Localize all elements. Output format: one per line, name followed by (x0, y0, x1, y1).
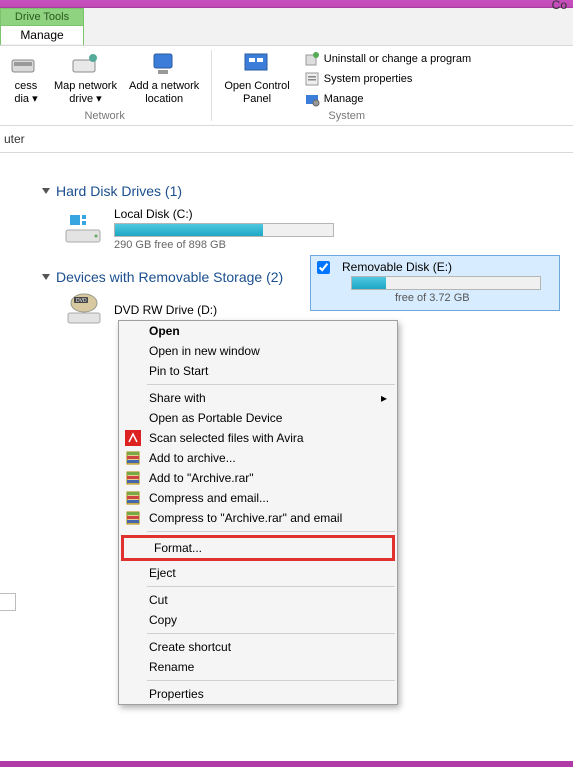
window-title: Co (552, 0, 567, 12)
svg-text:DVD: DVD (76, 298, 87, 304)
cm-separator (147, 680, 395, 681)
access-media-button[interactable]: cessdia ▾ (4, 48, 48, 109)
rar-icon (125, 510, 141, 526)
rar-icon (125, 450, 141, 466)
uninstall-icon (304, 51, 320, 67)
ribbon: cessdia ▾ Map networkdrive ▾ Add a netwo… (0, 46, 573, 126)
submenu-arrow-icon: ▸ (381, 391, 387, 405)
cm-copy[interactable]: Copy (119, 610, 397, 630)
cm-compress-rar-email[interactable]: Compress to "Archive.rar" and email (119, 508, 397, 528)
cm-properties[interactable]: Properties (119, 684, 397, 704)
system-properties-button[interactable]: System properties (300, 69, 475, 89)
drive-removable-e-selected[interactable]: Removable Disk (E:) free of 3.72 GB (310, 255, 560, 311)
drive-usage-bar (351, 276, 541, 290)
cm-open-portable[interactable]: Open as Portable Device (119, 408, 397, 428)
rar-icon (125, 470, 141, 486)
drive-checkbox[interactable] (317, 261, 330, 274)
main-content: Hard Disk Drives (1) Local Disk (C:) 290… (0, 153, 573, 327)
control-panel-icon (241, 50, 273, 78)
tab-manage[interactable]: Manage (1, 26, 83, 44)
cm-format[interactable]: Format... (124, 538, 392, 558)
map-network-drive-button[interactable]: Map networkdrive ▾ (48, 48, 123, 109)
ribbon-separator (211, 50, 212, 121)
cm-scan-avira[interactable]: Scan selected files with Avira (119, 428, 397, 448)
drive-free-text: free of 3.72 GB (395, 292, 553, 304)
collapse-icon (42, 274, 50, 280)
cm-separator (147, 384, 395, 385)
cm-rename[interactable]: Rename (119, 657, 397, 677)
window-bottom-border (0, 761, 573, 767)
cm-compress-email[interactable]: Compress and email... (119, 488, 397, 508)
rar-icon (125, 490, 141, 506)
cm-pin-to-start[interactable]: Pin to Start (119, 361, 397, 381)
drive-usage-bar (114, 223, 334, 237)
ribbon-tab-row: Drive Tools Manage (0, 8, 573, 46)
drive-name: Local Disk (C:) (114, 207, 334, 221)
network-drive-icon (69, 50, 101, 78)
cm-format-highlight: Format... (121, 535, 395, 561)
media-icon (10, 50, 42, 78)
context-menu: Open Open in new window Pin to Start Sha… (118, 320, 398, 705)
network-location-icon (148, 50, 180, 78)
open-control-panel-button[interactable]: Open ControlPanel (218, 48, 295, 109)
nav-tree-expand-box[interactable] (0, 593, 16, 611)
add-network-location-button[interactable]: Add a networklocation (123, 48, 205, 109)
cm-separator (147, 531, 395, 532)
cm-eject[interactable]: Eject (119, 563, 397, 583)
manage-icon (304, 91, 320, 107)
group-header-hdd[interactable]: Hard Disk Drives (1) (42, 183, 561, 199)
hdd-icon (64, 212, 104, 246)
cm-share-with[interactable]: Share with▸ (119, 388, 397, 408)
cm-add-archive[interactable]: Add to archive... (119, 448, 397, 468)
tab-drive-tools[interactable]: Drive Tools Manage (0, 8, 84, 45)
system-small-buttons: Uninstall or change a program System pro… (296, 48, 475, 109)
ribbon-group-network: cessdia ▾ Map networkdrive ▾ Add a netwo… (0, 46, 209, 125)
window-titlebar: Co (0, 0, 573, 8)
uninstall-program-button[interactable]: Uninstall or change a program (300, 49, 475, 69)
avira-icon (125, 430, 141, 446)
cm-open[interactable]: Open (119, 321, 397, 341)
ribbon-group-label-system: System (218, 109, 475, 123)
cm-create-shortcut[interactable]: Create shortcut (119, 637, 397, 657)
breadcrumb[interactable]: uter (0, 126, 573, 153)
drive-local-c[interactable]: Local Disk (C:) 290 GB free of 898 GB (64, 207, 561, 251)
tab-drive-tools-label: Drive Tools (1, 9, 83, 26)
ribbon-group-label-network: Network (4, 109, 205, 123)
properties-icon (304, 71, 320, 87)
cm-cut[interactable]: Cut (119, 590, 397, 610)
manage-button[interactable]: Manage (300, 89, 475, 109)
cm-separator (147, 586, 395, 587)
drive-name: DVD RW Drive (D:) (114, 303, 217, 317)
ribbon-group-system: Open ControlPanel Uninstall or change a … (214, 46, 479, 125)
cm-open-new-window[interactable]: Open in new window (119, 341, 397, 361)
cm-add-archive-rar[interactable]: Add to "Archive.rar" (119, 468, 397, 488)
cm-separator (147, 633, 395, 634)
collapse-icon (42, 188, 50, 194)
drive-name: Removable Disk (E:) (342, 260, 452, 274)
drive-free-text: 290 GB free of 898 GB (114, 239, 334, 251)
dvd-icon: DVD (64, 293, 104, 327)
